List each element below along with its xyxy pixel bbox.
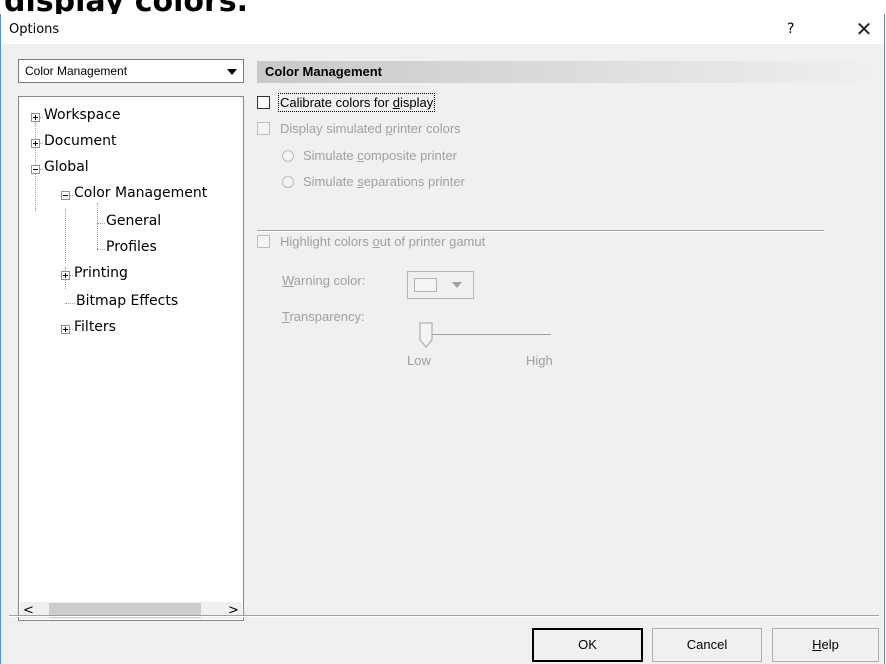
tree-connector	[35, 117, 36, 211]
transparency-high-label: High	[526, 353, 553, 368]
title-bar: Options ? ✕	[1, 14, 884, 44]
options-tree[interactable]: Workspace Document Global Color Manageme…	[18, 96, 244, 621]
warning-color-picker[interactable]	[407, 271, 474, 299]
section-title: Color Management	[265, 64, 383, 79]
clipped-heading-strip: display colors.	[0, 0, 886, 14]
expand-plus-icon[interactable]	[61, 325, 70, 334]
highlight-gamut-label: Highlight colors out of printer gamut	[280, 234, 486, 249]
transparency-low-label: Low	[407, 353, 431, 368]
tree-item-workspace[interactable]: Workspace	[44, 107, 121, 123]
simulate-composite-radio[interactable]	[282, 150, 294, 162]
tree-item-profiles[interactable]: Profiles	[106, 239, 157, 255]
transparency-slider-track[interactable]	[421, 334, 551, 335]
chevron-down-icon	[227, 69, 237, 75]
transparency-label: Transparency:	[282, 309, 365, 324]
warning-color-label: Warning color:	[282, 273, 366, 288]
category-combobox[interactable]: Color Management	[18, 59, 244, 83]
tree-connector	[97, 203, 98, 249]
tree-item-bitmap-effects[interactable]: Bitmap Effects	[76, 293, 178, 309]
tree-item-global[interactable]: Global	[44, 159, 89, 175]
color-swatch	[414, 278, 437, 292]
tree-connector	[97, 249, 105, 250]
highlight-gamut-checkbox[interactable]	[257, 235, 270, 248]
simulate-separations-label: Simulate separations printer	[303, 174, 465, 189]
category-combobox-value: Color Management	[25, 64, 128, 78]
simulated-printer-label: Display simulated printer colors	[280, 121, 461, 136]
chevron-down-icon	[452, 282, 462, 288]
simulate-composite-label: Simulate composite printer	[303, 148, 457, 163]
simulate-separations-radio[interactable]	[282, 176, 294, 188]
tree-item-printing[interactable]: Printing	[74, 265, 128, 281]
tree-connector	[65, 209, 66, 263]
simulated-printer-checkbox[interactable]	[257, 122, 270, 135]
footer-divider	[9, 615, 879, 617]
tree-connector	[97, 223, 105, 224]
context-help-button[interactable]: ?	[787, 21, 794, 37]
expand-plus-icon[interactable]	[31, 139, 40, 148]
expand-plus-icon[interactable]	[31, 113, 40, 122]
ok-button[interactable]: OK	[532, 628, 643, 662]
section-header: Color Management	[257, 61, 878, 83]
window-title: Options	[9, 22, 60, 37]
tree-item-document[interactable]: Document	[44, 133, 117, 149]
options-dialog: Options ? ✕ Color Management Workspace D…	[0, 14, 885, 664]
tree-item-general[interactable]: General	[106, 213, 161, 229]
section-divider	[257, 230, 824, 232]
transparency-slider-thumb[interactable]	[419, 322, 433, 348]
collapse-minus-icon[interactable]	[61, 191, 70, 200]
cancel-button[interactable]: Cancel	[652, 628, 762, 662]
tree-connector	[65, 303, 75, 304]
tree-item-color-management[interactable]: Color Management	[74, 185, 207, 201]
close-button[interactable]: ✕	[849, 16, 879, 42]
calibrate-colors-checkbox[interactable]	[257, 96, 270, 109]
expand-plus-icon[interactable]	[61, 271, 70, 280]
collapse-minus-icon[interactable]	[31, 165, 40, 174]
tree-item-filters[interactable]: Filters	[74, 319, 116, 335]
help-button[interactable]: Help	[772, 628, 879, 662]
clipped-heading-text: display colors.	[4, 0, 248, 14]
calibrate-colors-label[interactable]: Calibrate colors for display	[277, 93, 436, 112]
